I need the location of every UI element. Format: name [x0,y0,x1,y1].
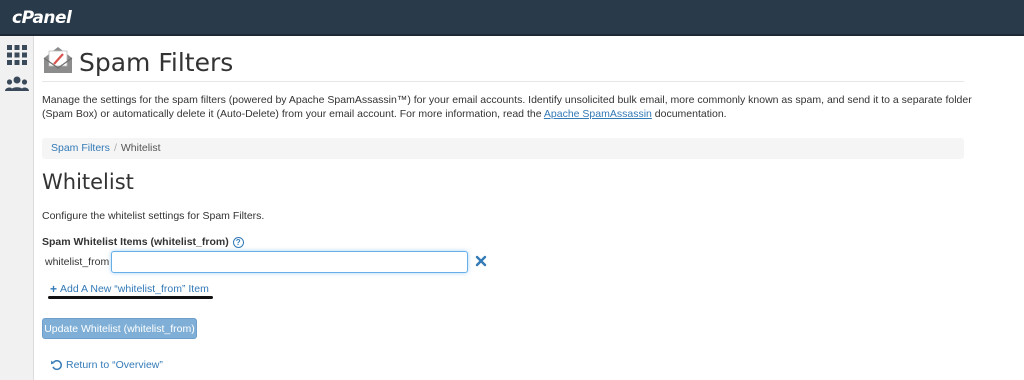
whitelist-from-label: whitelist_from [45,256,110,268]
help-icon[interactable]: ? [232,236,244,248]
section-title: Whitelist [42,170,134,194]
add-whitelist-item-label: Add A New “whitelist_from” Item [60,283,209,295]
update-whitelist-button[interactable]: Update Whitelist (whitelist_from) [42,318,197,339]
breadcrumb-separator: / [113,142,117,154]
cpanel-logo[interactable]: cPanel [12,8,72,28]
main-content: Spam Filters Manage the settings for the… [34,36,1024,380]
spamassassin-doc-link[interactable]: Apache SpamAssassin [544,108,652,120]
breadcrumb-whitelist: Whitelist [120,142,161,154]
return-to-overview-label: Return to “Overview” [66,358,163,371]
page-title: Spam Filters [79,48,234,77]
breadcrumb: Spam Filters / Whitelist [42,138,964,159]
breadcrumb-spam-filters[interactable]: Spam Filters [51,142,110,154]
sidebar [0,36,34,380]
whitelist-field-label-text: Spam Whitelist Items (whitelist_from) [42,236,229,248]
add-whitelist-item-link[interactable]: + Add A New “whitelist_from” Item [50,282,209,296]
annotation-underline [48,296,213,299]
whitelist-from-input[interactable] [111,251,468,273]
return-arrow-icon [51,360,62,371]
page-description: Manage the settings for the spam filters… [42,94,972,121]
return-to-overview-link[interactable]: Return to “Overview” [50,358,163,371]
grid-icon[interactable] [4,42,30,68]
divider [42,81,964,82]
description-text-end: documentation. [651,107,727,120]
section-description: Configure the whitelist settings for Spa… [42,210,265,222]
spam-filter-envelope-icon [42,44,74,76]
description-text: Manage the settings for the spam filters… [42,94,972,120]
users-icon[interactable] [4,72,30,98]
plus-icon: + [50,282,58,296]
remove-item-icon[interactable] [474,254,488,268]
whitelist-field-label: Spam Whitelist Items (whitelist_from) ? [42,236,244,248]
top-bar: cPanel [0,0,1024,36]
